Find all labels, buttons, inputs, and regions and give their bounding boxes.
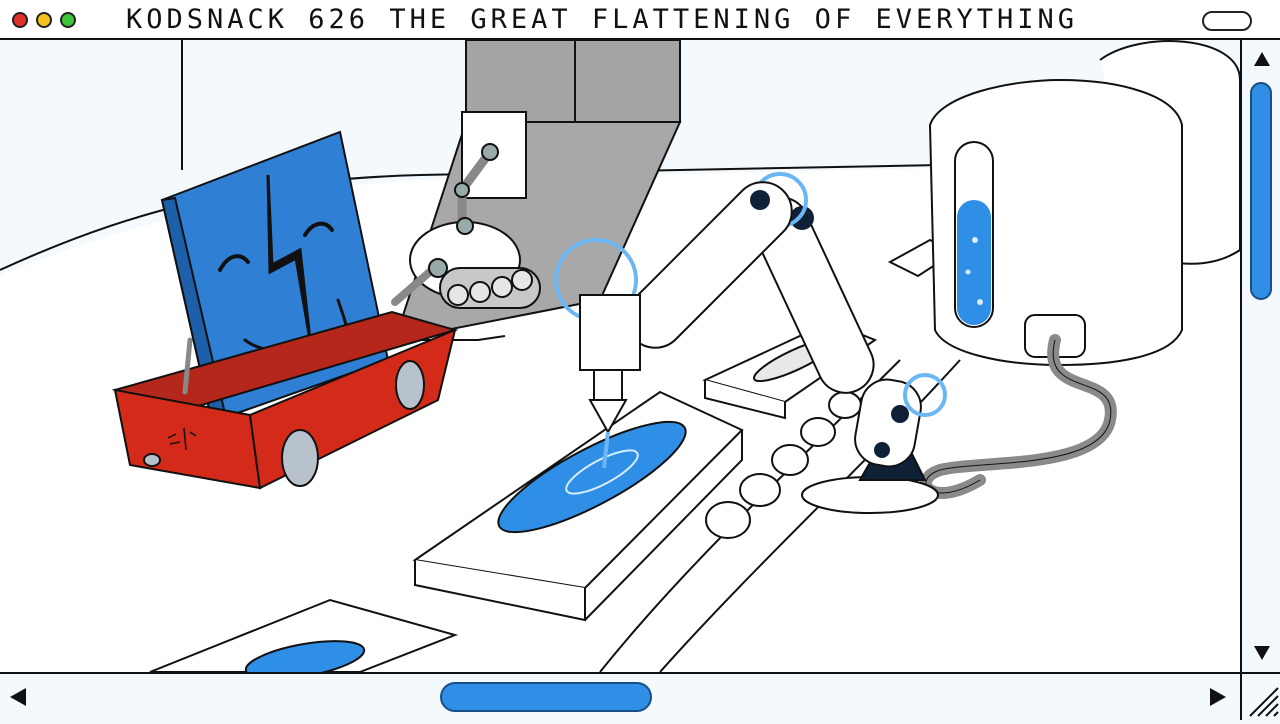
resize-grip[interactable] bbox=[1240, 672, 1280, 720]
illustration-canvas bbox=[0, 40, 1240, 672]
factory-illustration bbox=[0, 40, 1240, 672]
minimize-button[interactable] bbox=[36, 12, 52, 28]
horizontal-scroll-thumb[interactable] bbox=[440, 682, 652, 712]
close-button[interactable] bbox=[12, 12, 28, 28]
horizontal-scrollbar[interactable] bbox=[0, 672, 1240, 720]
zoom-button[interactable] bbox=[60, 12, 76, 28]
toolbar-toggle-button[interactable] bbox=[1202, 11, 1252, 31]
resize-lines-icon bbox=[1249, 687, 1279, 717]
title-bar: KODSNACK 626 THE GREAT FLATTENING OF EVE… bbox=[0, 0, 1280, 40]
vertical-scroll-thumb[interactable] bbox=[1250, 82, 1272, 300]
window-title: KODSNACK 626 THE GREAT FLATTENING OF EVE… bbox=[126, 4, 1079, 35]
scroll-left-arrow[interactable] bbox=[10, 688, 26, 706]
scroll-down-arrow[interactable] bbox=[1254, 646, 1270, 660]
vertical-scrollbar[interactable] bbox=[1240, 40, 1280, 672]
scroll-up-arrow[interactable] bbox=[1254, 52, 1270, 66]
scroll-right-arrow[interactable] bbox=[1210, 688, 1226, 706]
app-window: KODSNACK 626 THE GREAT FLATTENING OF EVE… bbox=[0, 0, 1280, 720]
